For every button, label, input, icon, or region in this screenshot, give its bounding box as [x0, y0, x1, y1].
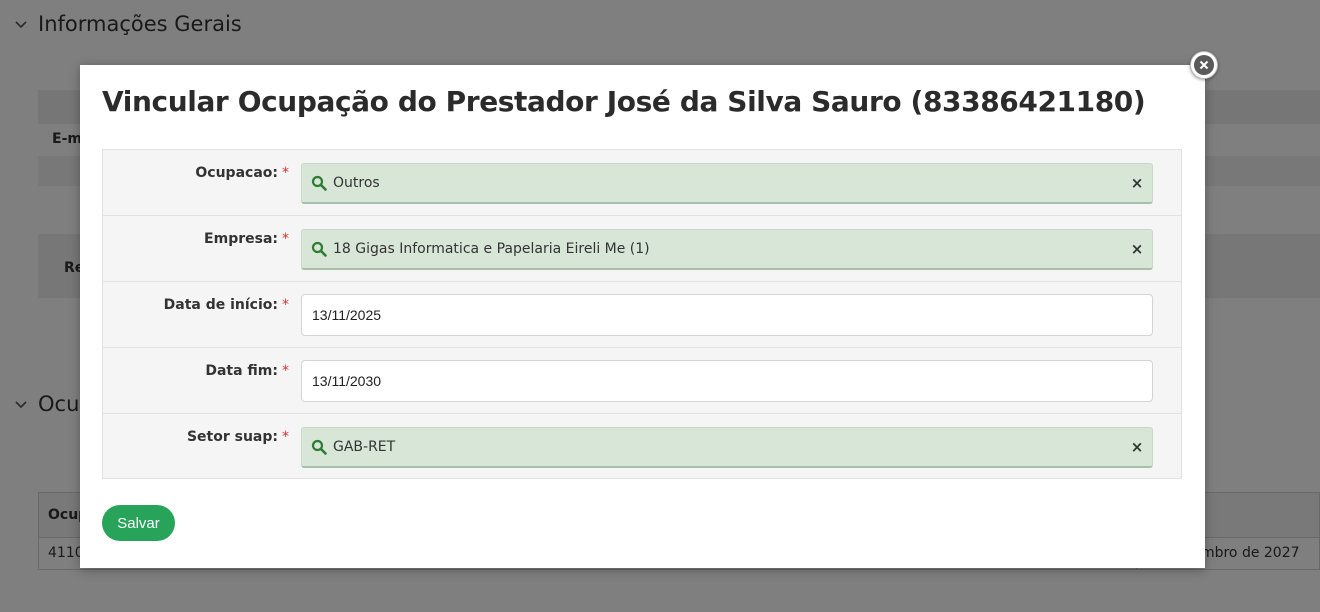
form-row-ocupacao: Ocupacao: * Outros ×: [103, 150, 1181, 216]
ocupacao-label: Ocupacao: *: [195, 165, 289, 181]
close-icon: [1194, 55, 1214, 75]
required-mark: *: [282, 363, 289, 379]
form-row-data-inicio: Data de início: *: [103, 282, 1181, 348]
empresa-value: 18 Gigas Informatica e Papelaria Eireli …: [333, 241, 650, 257]
required-mark: *: [282, 165, 289, 181]
form-row-empresa: Empresa: * 18 Gigas Informatica e Papelar…: [103, 216, 1181, 282]
clear-icon[interactable]: ×: [1122, 240, 1152, 258]
form-row-setor-suap: Setor suap: * GAB-RET ×: [103, 414, 1181, 478]
ocupacao-select[interactable]: Outros ×: [301, 163, 1153, 204]
close-button[interactable]: [1190, 51, 1218, 79]
form-row-data-fim: Data fim: *: [103, 348, 1181, 414]
setor-suap-label: Setor suap: *: [186, 429, 289, 445]
search-icon: [311, 175, 327, 191]
setor-suap-value: GAB-RET: [333, 439, 396, 455]
save-button[interactable]: Salvar: [102, 505, 175, 541]
modal-title: Vincular Ocupação do Prestador José da S…: [102, 85, 1146, 118]
data-fim-input[interactable]: [301, 360, 1153, 402]
search-icon: [311, 439, 327, 455]
clear-icon[interactable]: ×: [1122, 438, 1152, 456]
clear-icon[interactable]: ×: [1122, 174, 1152, 192]
data-inicio-input[interactable]: [301, 294, 1153, 336]
empresa-select[interactable]: 18 Gigas Informatica e Papelaria Eireli …: [301, 229, 1153, 270]
required-mark: *: [282, 231, 289, 247]
required-mark: *: [282, 297, 289, 313]
empresa-label: Empresa: *: [204, 231, 289, 247]
search-icon: [311, 241, 327, 257]
form-container: Ocupacao: * Outros × Empresa: * 18 Gigas I…: [102, 149, 1182, 479]
data-fim-label: Data fim: *: [205, 363, 289, 379]
ocupacao-value: Outros: [333, 175, 380, 191]
required-mark: *: [282, 429, 289, 445]
data-inicio-label: Data de início: *: [163, 297, 289, 313]
vincular-ocupacao-modal: Vincular Ocupação do Prestador José da S…: [80, 51, 1218, 568]
setor-suap-select[interactable]: GAB-RET ×: [301, 427, 1153, 468]
